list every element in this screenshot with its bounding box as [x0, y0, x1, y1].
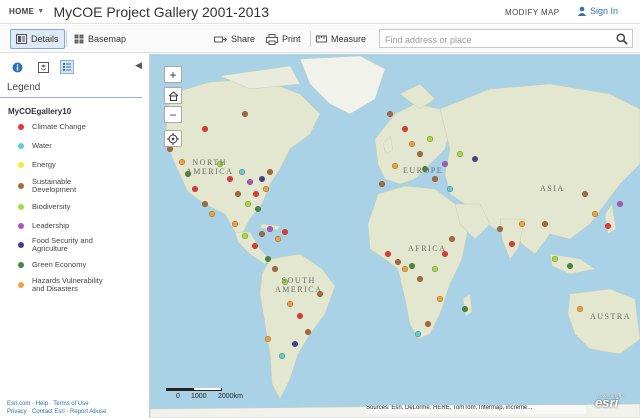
footer-link[interactable]: Esri.com: [7, 401, 30, 407]
basemap-button[interactable]: Basemap: [70, 29, 130, 49]
map-label-asia: ASIA: [540, 184, 565, 193]
esri-logo[interactable]: esri: [595, 395, 618, 410]
scale-label: 0: [176, 393, 180, 400]
footer-link[interactable]: Privacy: [7, 409, 27, 415]
footer-link[interactable]: Contact Esri: [32, 409, 65, 415]
legend-label: Energy: [32, 160, 56, 169]
home-extent-button[interactable]: [164, 87, 182, 104]
share-icon: [214, 36, 227, 42]
map-label-africa: AFRICA: [408, 244, 447, 253]
measure-button[interactable]: Measure: [316, 29, 366, 49]
map-label-north-america: NORTH AMERICA: [186, 158, 234, 176]
layers-icon: [37, 61, 49, 73]
legend-swatch: [18, 262, 24, 268]
locate-button[interactable]: [164, 130, 182, 147]
print-button[interactable]: Print: [266, 29, 301, 49]
landmasses: [150, 55, 640, 418]
details-button[interactable]: Details: [10, 29, 65, 49]
world-map: [150, 55, 640, 418]
legend-divider: [0, 97, 142, 98]
legend-label: Sustainable Development: [32, 177, 77, 194]
sign-in-label: Sign In: [590, 6, 619, 16]
zoom-in-button[interactable]: +: [164, 66, 182, 83]
collapse-sidebar-icon[interactable]: ◀: [135, 60, 142, 71]
scale-label: 1000: [191, 393, 207, 400]
map-label-europe: EUROPE: [403, 166, 444, 175]
sign-in-link[interactable]: Sign In: [577, 6, 618, 16]
footer-row: Privacy · Contact Esri · Report Abuse: [7, 409, 107, 415]
map-view[interactable]: NORTH AMERICA SOUTH AMERICA EUROPE AFRICA …: [150, 54, 640, 418]
legend-swatch: [18, 124, 24, 130]
page-title: MyCOE Project Gallery 2001-2013: [53, 3, 269, 20]
scale-line: [166, 388, 222, 391]
toolbar-divider: [310, 31, 311, 47]
details-label: Details: [31, 34, 59, 44]
legend-swatch: [18, 282, 24, 288]
info-icon: [12, 62, 22, 72]
search-icon[interactable]: [616, 33, 628, 45]
legend-label: Green Economy: [32, 260, 87, 269]
tab-legend[interactable]: [60, 60, 74, 74]
search-box: [379, 29, 633, 49]
modify-map-button[interactable]: MODIFY MAP: [505, 8, 560, 17]
footer-link[interactable]: Terms of Use: [53, 401, 88, 407]
legend-title: Legend: [7, 82, 41, 93]
details-icon: [16, 34, 27, 44]
sidebar-tabs: ◀: [0, 54, 150, 79]
legend-swatch: [18, 223, 24, 229]
scale-label: 2000km: [218, 393, 243, 400]
tab-content[interactable]: [36, 60, 50, 74]
map-label-south-america: SOUTH AMERICA: [275, 276, 323, 294]
scale-bar: 0 1000 2000km: [166, 388, 243, 400]
search-input[interactable]: [380, 31, 608, 49]
layer-name: MyCOEgallery10: [8, 107, 72, 116]
sidebar-footer: Esri.com · Help · Terms of Use Privacy ·…: [7, 400, 147, 416]
footer-link[interactable]: Help: [36, 401, 48, 407]
legend-label: Leadership: [32, 221, 70, 230]
legend-swatch: [18, 204, 24, 210]
legend-label: Biodiversity: [32, 202, 71, 211]
home-label: HOME: [9, 7, 35, 16]
home-menu[interactable]: HOME ▼: [9, 7, 44, 16]
list-icon: [63, 63, 71, 71]
legend-label: Climate Change: [32, 122, 86, 131]
toolbar-divider: [66, 31, 67, 47]
share-label: Share: [231, 34, 256, 44]
user-icon: [577, 6, 587, 16]
map-label-australia: AUSTRA: [590, 312, 632, 321]
basemap-label: Basemap: [88, 34, 127, 44]
app-window: HOME ▼ MyCOE Project Gallery 2001-2013 M…: [0, 0, 640, 418]
legend-swatch: [18, 183, 24, 189]
footer-link[interactable]: Report Abuse: [70, 409, 106, 415]
top-header: HOME ▼ MyCOE Project Gallery 2001-2013 M…: [0, 0, 640, 24]
print-icon: [266, 33, 278, 45]
legend-swatch: [18, 162, 24, 168]
toolbar: Details Basemap Share Print Measure: [0, 25, 640, 53]
footer-row: Esri.com · Help · Terms of Use: [7, 401, 89, 407]
legend-label: Food Security and Agriculture: [32, 236, 93, 253]
tab-about[interactable]: [10, 60, 24, 74]
sidebar: ◀ Legend MyCOEgallery10 Climate Change W…: [0, 54, 150, 418]
measure-label: Measure: [331, 34, 367, 44]
ruler-icon: [316, 35, 327, 43]
print-label: Print: [282, 34, 301, 44]
attribution-text: Sources: Esri, DeLorme, HERE, TomTom, In…: [366, 405, 586, 414]
home-icon: [168, 90, 178, 101]
legend-swatch: [18, 143, 24, 149]
chevron-down-icon: ▼: [37, 8, 45, 15]
legend-label: Hazards Vulnerability and Disasters: [32, 276, 103, 293]
zoom-out-button[interactable]: −: [164, 106, 182, 123]
grid-icon: [74, 34, 84, 44]
crosshair-icon: [167, 132, 179, 145]
legend-label: Water: [32, 141, 52, 150]
share-button[interactable]: Share: [214, 29, 255, 49]
legend-swatch: [18, 242, 24, 248]
